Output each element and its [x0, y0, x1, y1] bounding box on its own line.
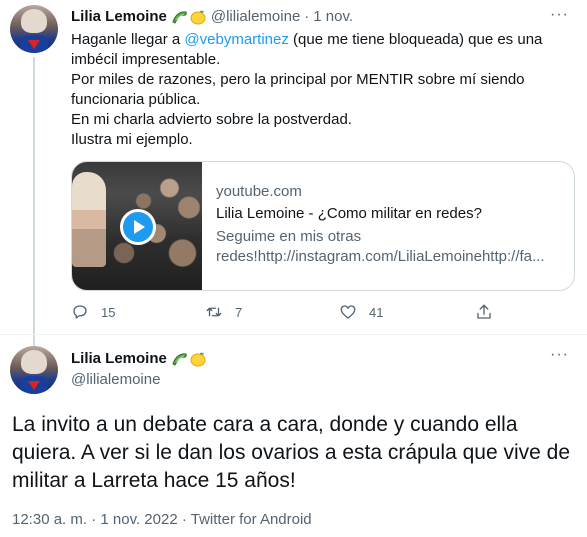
card-description-line: Seguime en mis otras — [216, 228, 362, 245]
reply-icon — [73, 305, 87, 319]
retweet-button[interactable]: 7 — [205, 303, 242, 321]
tweet-text-line: Haganle llegar a @vebymartinez (que me t… — [71, 30, 571, 70]
lemon-emoji-icon — [190, 352, 206, 366]
card-text: youtube.com Lilia Lemoine - ¿Como milita… — [202, 162, 557, 290]
name-emoji-badges — [171, 9, 207, 25]
separator-dot: · — [181, 511, 191, 528]
tweet-text-line: En mi charla advierto sobre la postverda… — [71, 111, 352, 128]
author-avatar[interactable] — [10, 5, 58, 53]
card-title: Lilia Lemoine - ¿Como militar en redes? — [216, 205, 482, 222]
more-options-icon[interactable]: ··· — [550, 6, 569, 24]
cucumber-emoji-icon — [172, 10, 187, 24]
thread-connector-line — [33, 57, 35, 347]
tweet-time[interactable]: 12:30 a. m. — [12, 511, 87, 528]
tweet-text-fragment: Haganle llegar a — [71, 31, 185, 48]
tweet-divider — [0, 334, 587, 335]
like-count: 41 — [369, 304, 384, 320]
author-avatar[interactable] — [10, 346, 58, 394]
video-thumbnail[interactable] — [72, 162, 202, 290]
avatar-hair — [21, 350, 47, 374]
heart-icon — [340, 305, 356, 319]
more-options-icon[interactable]: ··· — [550, 346, 569, 364]
cucumber-emoji-icon — [172, 352, 187, 366]
card-domain: youtube.com — [216, 183, 302, 200]
like-button[interactable]: 41 — [339, 303, 383, 321]
retweet-icon — [206, 307, 222, 317]
separator-dot: · — [91, 511, 101, 528]
play-button-icon[interactable] — [120, 209, 156, 245]
tweet-text: Haganle llegar a @vebymartinez (que me t… — [71, 30, 571, 150]
link-preview-card[interactable]: youtube.com Lilia Lemoine - ¿Como milita… — [71, 161, 575, 291]
card-description: Seguime en mis otras redes!http://instag… — [216, 227, 545, 267]
lemon-emoji-icon — [190, 10, 206, 24]
author-name[interactable]: Lilia Lemoine — [71, 350, 167, 367]
play-triangle — [134, 220, 145, 234]
reply-button[interactable]: 15 — [71, 303, 115, 321]
tweet-header: Lilia Lemoine @lilialemoine · 1 nov. — [71, 8, 353, 25]
author-name[interactable]: Lilia Lemoine — [71, 8, 167, 25]
author-handle[interactable]: @lilialemoine — [211, 8, 300, 25]
name-emoji-badges — [171, 351, 207, 367]
tweet-date[interactable]: 1 nov. — [313, 8, 353, 25]
tweet-header: Lilia Lemoine — [71, 350, 207, 367]
tweet-metadata: 12:30 a. m. · 1 nov. 2022 · Twitter for … — [12, 511, 312, 528]
separator-dot: · — [304, 8, 310, 25]
reply-count: 15 — [101, 304, 116, 320]
tweet-text: La invito a un debate cara a cara, donde… — [12, 413, 570, 492]
retweet-count: 7 — [235, 304, 243, 320]
tweet-date[interactable]: 1 nov. 2022 — [100, 511, 177, 528]
tweet-text-line: Ilustra mi ejemplo. — [71, 131, 193, 148]
card-description-line: redes!http://instagram.com/LiliaLemoineh… — [216, 248, 545, 265]
tweet-source[interactable]: Twitter for Android — [191, 511, 312, 528]
share-icon — [477, 304, 491, 319]
thumbnail-presenter — [72, 172, 106, 267]
share-button[interactable] — [475, 303, 493, 321]
author-handle[interactable]: @lilialemoine — [71, 371, 160, 388]
mention-link[interactable]: @vebymartinez — [184, 31, 288, 48]
avatar-hair — [21, 9, 47, 33]
tweet-text-line: Por miles de razones, pero la principal … — [71, 71, 525, 108]
tweet-actions: 15 7 41 — [71, 303, 501, 323]
